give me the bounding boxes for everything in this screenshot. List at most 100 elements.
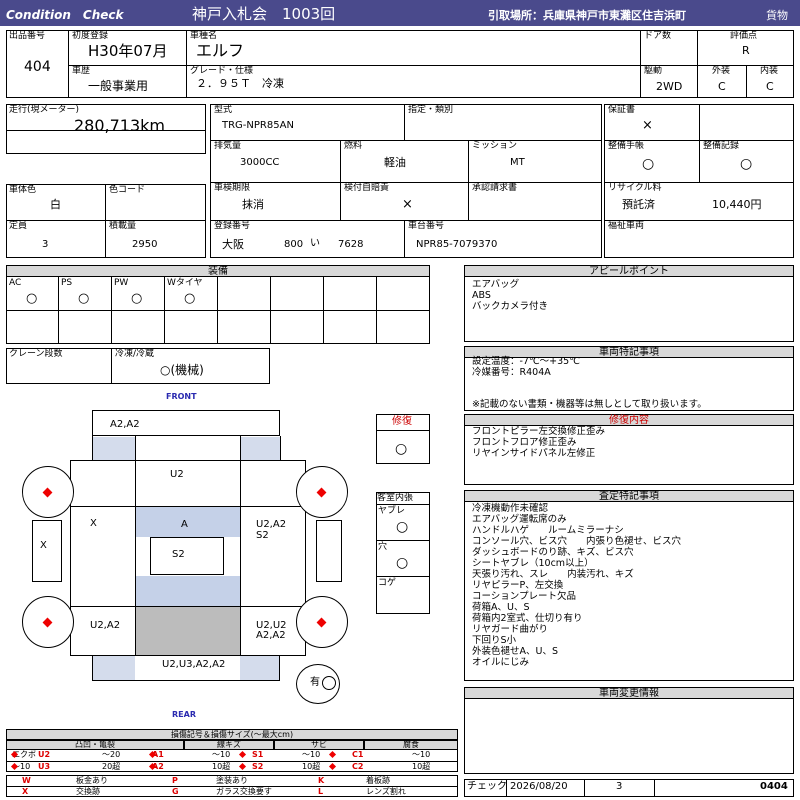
drive-value: 2WD <box>656 80 683 93</box>
ps-label: PS <box>61 278 73 288</box>
legend-cell: S1 <box>252 750 264 759</box>
inspection-value: 抹消 <box>242 198 264 211</box>
color-code-label: 色コード <box>109 185 146 195</box>
recycle-status: 預託済 <box>622 198 655 211</box>
cabin-koge-label: コゲ <box>378 578 397 588</box>
exterior-label: 外装 <box>712 66 731 76</box>
appeal-line: ABS <box>472 290 491 301</box>
reg-serial: 7628 <box>338 239 364 250</box>
legend-cell: ～20 <box>102 750 121 759</box>
header-title: 神戸入札会 1003回 <box>192 5 336 23</box>
left-panel-mark: X <box>40 540 47 551</box>
cabin-yabure-label: ヤブレ <box>378 506 406 516</box>
crane-label: クレーン段数 <box>9 349 63 359</box>
recycle-amount: 10,440円 <box>712 198 762 211</box>
rear-bottom-mark: U2,U3,A2,A2 <box>162 659 226 670</box>
cabin-yabure-value: ○ <box>396 519 409 535</box>
mileage-label: 走行(現メーター) <box>9 105 80 115</box>
repair-detail-line: フロントピラー左交換修正歪み <box>472 426 606 437</box>
front-upper-mark: U2 <box>170 469 184 480</box>
wtire-value: ○ <box>184 291 196 306</box>
left-rear-mark: U2,A2 <box>90 620 121 631</box>
center-mark: A <box>181 519 188 530</box>
manual-value: ○ <box>642 156 655 172</box>
inspect-line: コーションプレート欠品 <box>472 591 577 602</box>
inspect-line: リヤピラーP、左交換 <box>472 580 564 591</box>
page-header: Condition Check 神戸入札会 1003回 引取場所：兵庫県神戸市東… <box>0 0 800 26</box>
ac-label: AC <box>9 278 22 288</box>
change-box <box>464 698 794 774</box>
model-label: 型式 <box>214 105 233 115</box>
inspect-line: 天張り汚れ、スレ 内装汚れ、キズ <box>472 569 634 580</box>
legend-code-cell: L <box>318 787 324 796</box>
inspect-line: コンソール穴、ビス穴 内張り色褪せ、ビス穴 <box>472 536 682 547</box>
displacement-label: 排気量 <box>214 141 242 151</box>
warranty-label: 保証書 <box>608 105 636 115</box>
legend-code-cell: 板金あり <box>76 776 108 785</box>
chassis-label: 車台番号 <box>408 221 445 231</box>
rear-label: REAR <box>172 710 196 719</box>
record-label: 整備記録 <box>703 141 740 151</box>
inspection-label: 車検期限 <box>214 183 251 193</box>
insurance-label: 検付自賠責 <box>344 183 390 193</box>
load-label: 積載量 <box>109 221 137 231</box>
score-value: R <box>742 44 750 57</box>
car-name-value: エルフ <box>196 41 245 60</box>
legend-code-cell: W <box>22 776 31 785</box>
cabin-ana-label: 穴 <box>378 542 388 552</box>
legend-code-cell: ガラス交換要す <box>216 787 272 796</box>
ps-value: ○ <box>78 291 90 306</box>
drive-label: 駆動 <box>644 66 663 76</box>
fuel-value: 軽油 <box>384 156 406 169</box>
history-value: 一般事業用 <box>88 79 149 93</box>
legend-group-4: 腐食 <box>364 740 458 750</box>
header-condition-check: Condition Check <box>6 8 124 22</box>
legend-title: 損傷記号＆損傷サイズ(～最大cm) <box>6 729 458 740</box>
legend-code-cell: 塗装あり <box>216 776 248 785</box>
grade-label: グレード・仕様 <box>190 66 254 76</box>
legend-code-cell: レンズ割れ <box>366 787 406 796</box>
history-label: 車歴 <box>72 66 91 76</box>
approval-label: 承認請求書 <box>472 183 518 193</box>
inspect-line: 荷箱内2室式、仕切り有り <box>472 613 583 624</box>
score-label: 評価点 <box>730 31 758 41</box>
legend-cell: 10超 <box>412 762 431 771</box>
check-count: 3 <box>616 781 623 792</box>
inspect-line: エアバッグ運転席のみ <box>472 514 567 525</box>
repair-detail-line: フロントフロア修正歪み <box>472 437 577 448</box>
ac-value: ○ <box>26 291 38 306</box>
reg-kana: い <box>310 238 320 249</box>
repair-detail-line: リヤインサイドパネル左修正 <box>472 448 596 459</box>
appeal-line: エアバッグ <box>472 279 520 290</box>
exterior-value: C <box>718 80 726 93</box>
repair-label: 修復 <box>392 416 412 427</box>
appeal-line: バックカメラ付き <box>472 301 549 312</box>
reg-label: 登録番号 <box>214 221 251 231</box>
legend-cell: C2 <box>352 762 364 771</box>
inspect-line: 外装色褪せA、U、S <box>472 646 558 657</box>
special-line: 設定温度：-7℃～+35℃ <box>472 356 580 367</box>
legend-code-cell: G <box>172 787 179 796</box>
recycle-label: リサイクル料 <box>608 183 662 193</box>
right-lower-mark: S2 <box>256 530 269 541</box>
fuel-label: 燃料 <box>344 141 363 151</box>
legend-group-1: 凸凹・亀裂 <box>6 740 184 750</box>
inspect-line: ハンドルハゲ ルームミラーナシ <box>472 525 624 536</box>
inspect-line: 荷箱A、U、S <box>472 602 530 613</box>
warranty-value: × <box>642 118 653 133</box>
cabin-ana-value: ○ <box>396 555 409 571</box>
pw-label: PW <box>114 278 129 288</box>
lot-label: 出品番号 <box>9 31 46 41</box>
record-value: ○ <box>740 156 753 172</box>
car-name-label: 車種名 <box>190 31 218 41</box>
manual-label: 整備手帳 <box>608 141 645 151</box>
load-value: 2950 <box>132 239 158 250</box>
legend-code-cell: K <box>318 776 325 785</box>
legend-cell: 10超 <box>302 762 321 771</box>
fridge-label: 冷凍/冷蔵 <box>115 349 155 359</box>
legend-cell: C1 <box>352 750 364 759</box>
first-reg-value: H30年07月 <box>88 42 168 60</box>
wtire-label: Wタイヤ <box>167 278 203 288</box>
cargo-mark: S2 <box>172 549 185 560</box>
legend-code-cell: X <box>22 787 29 796</box>
